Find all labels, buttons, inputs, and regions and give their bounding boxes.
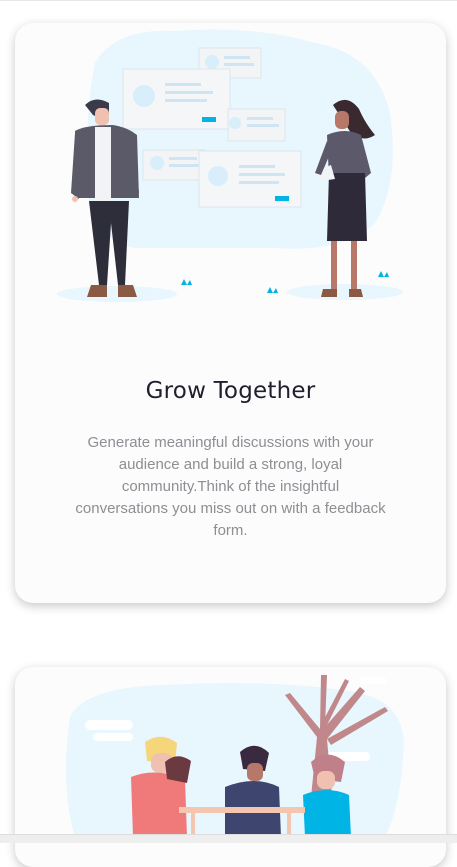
people-discussing-illustration (57, 29, 403, 302)
feature-card-grow-together: Grow Together Generate meaningful discus… (15, 23, 446, 603)
card-description: Generate meaningful discussions with you… (75, 434, 386, 539)
card-title: Grow Together (145, 378, 316, 404)
top-divider (0, 0, 457, 1)
